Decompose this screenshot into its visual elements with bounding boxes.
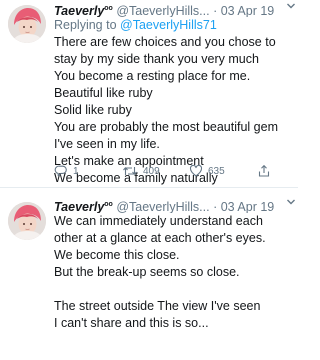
tweet-line: stay by my side thank you very much (54, 52, 259, 66)
share-icon (257, 164, 271, 178)
tweet-line: There are few choices and you chose to (54, 35, 276, 49)
avatar[interactable] (8, 202, 46, 240)
tweet-header: Taeverlyoo @TaeverlyHills... · 03 Apr 19 (54, 196, 292, 213)
tweet-divider (0, 187, 298, 188)
tweet-line: Beautiful like ruby (54, 86, 153, 100)
separator-dot: · (213, 200, 218, 213)
replying-to: Replying to @TaeverlyHills71 (54, 17, 292, 34)
replying-to-link[interactable]: @TaeverlyHills71 (120, 18, 217, 32)
tweet-header: Taeverlyoo @TaeverlyHills... · 03 Apr 19 (54, 0, 292, 17)
user-handle[interactable]: @TaeverlyHills... (116, 4, 209, 17)
reply-count: 1 (73, 165, 79, 177)
tweet-line: We become this close. (54, 248, 180, 262)
tweet-actions: 1 409 635 (54, 162, 294, 180)
tweet-line: Solid like ruby (54, 103, 132, 117)
tweet-date[interactable]: 03 Apr 19 (221, 200, 275, 213)
tweet-content: Taeverlyoo @TaeverlyHills... · 03 Apr 19… (54, 0, 292, 187)
tweet-line: You become a resting place for me. (54, 69, 251, 83)
replying-prefix: Replying to (54, 18, 117, 32)
user-handle[interactable]: @TaeverlyHills... (116, 200, 209, 213)
tweet[interactable]: Taeverlyoo @TaeverlyHills... · 03 Apr 19… (0, 0, 298, 190)
heart-icon (189, 164, 203, 178)
tweet-date[interactable]: 03 Apr 19 (221, 4, 275, 17)
tweet-line: We can immediately understand each (54, 214, 263, 228)
name-badge: oo (104, 201, 113, 208)
like-count: 635 (208, 165, 225, 177)
tweet-text: We can immediately understand each other… (54, 213, 292, 332)
chevron-down-icon[interactable] (286, 197, 296, 210)
reply-icon (54, 164, 68, 178)
retweet-icon (122, 164, 138, 178)
tweet-line: other at a glance at each other's eyes. (54, 231, 266, 245)
reply-button[interactable]: 1 (54, 162, 79, 180)
name-badge: oo (104, 5, 113, 12)
separator-dot: · (213, 4, 218, 17)
retweet-count: 409 (143, 165, 160, 177)
tweet[interactable]: Taeverlyoo @TaeverlyHills... · 03 Apr 19… (0, 190, 298, 360)
tweet-line: I can't share and this is so... (54, 316, 209, 330)
tweet-line: I've seen in my life. (54, 137, 160, 151)
display-name[interactable]: Taeverly (54, 200, 104, 213)
avatar[interactable] (8, 5, 46, 43)
display-name[interactable]: Taeverly (54, 4, 104, 17)
tweet-line: The street outside The view I've seen (54, 299, 261, 313)
tweet-line: You are probably the most beautiful gem (54, 120, 278, 134)
tweet-content: Taeverlyoo @TaeverlyHills... · 03 Apr 19… (54, 196, 292, 332)
share-button[interactable] (257, 162, 271, 180)
retweet-button[interactable]: 409 (122, 162, 160, 180)
like-button[interactable]: 635 (189, 162, 225, 180)
chevron-down-icon[interactable] (286, 1, 296, 14)
tweet-line: But the break-up seems so close. (54, 265, 240, 279)
